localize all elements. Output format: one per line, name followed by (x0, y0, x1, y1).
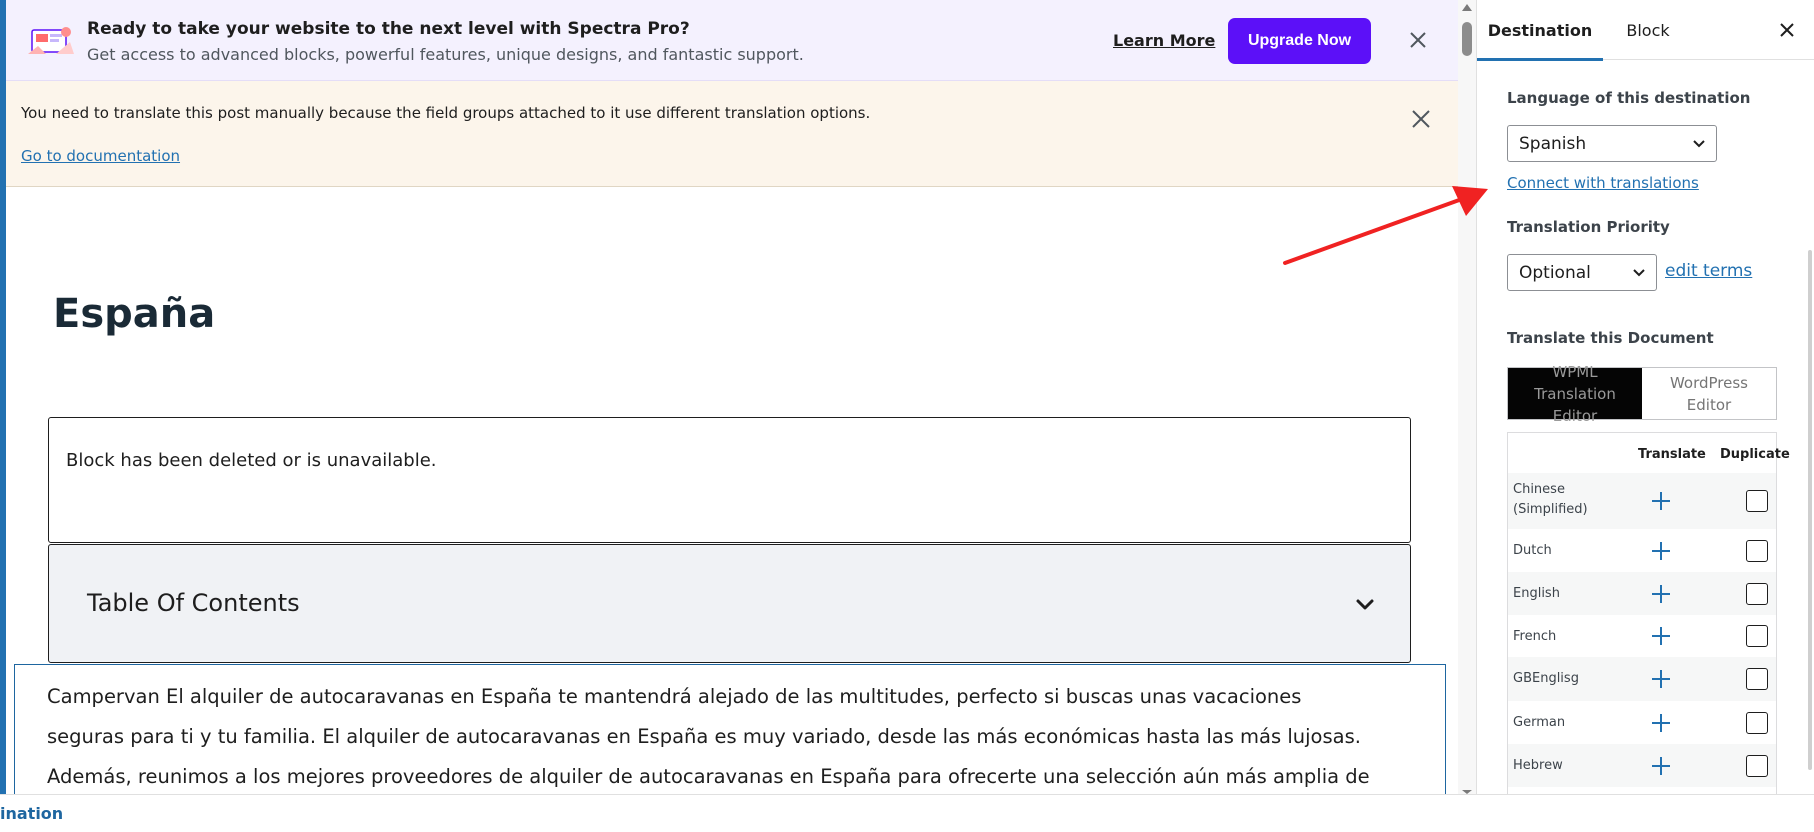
translation-editor-toggle: WPML Translation Editor WordPress Editor (1507, 363, 1777, 425)
translation-priority-select[interactable]: Optional (1507, 254, 1657, 291)
promo-illustration-icon (28, 27, 74, 54)
settings-sidebar: Destination Block Language of this desti… (1476, 0, 1814, 794)
table-of-contents-block[interactable]: Table Of Contents (48, 544, 1411, 663)
edit-terms-link[interactable]: edit terms (1665, 261, 1752, 281)
spectra-promo-banner: Ready to take your website to the next l… (6, 0, 1458, 81)
duplicate-checkbox[interactable] (1746, 583, 1768, 605)
missing-block[interactable]: Block has been deleted or is unavailable… (48, 417, 1411, 543)
chevron-down-icon (1633, 268, 1645, 276)
translation-notice: You need to translate this post manually… (6, 81, 1458, 187)
editor-canvas: Ready to take your website to the next l… (6, 0, 1458, 794)
add-translation-plus-icon[interactable] (1650, 583, 1672, 605)
language-name: German (1513, 715, 1566, 730)
upgrade-now-button[interactable]: Upgrade Now (1228, 18, 1371, 64)
paragraph-line: seguras para ti y tu familia. El alquile… (47, 725, 1361, 748)
duplicate-column-header: Duplicate (1720, 447, 1790, 462)
translation-priority-label: Translation Priority (1507, 218, 1670, 236)
close-icon[interactable] (1409, 107, 1433, 131)
scroll-up-icon[interactable] (1462, 4, 1472, 11)
go-to-documentation-link[interactable]: Go to documentation (21, 147, 180, 165)
wordpress-editor-option[interactable]: WordPress Editor (1642, 368, 1776, 419)
add-translation-plus-icon[interactable] (1650, 755, 1672, 777)
wpml-translation-editor-option[interactable]: WPML Translation Editor (1508, 363, 1642, 425)
learn-more-link[interactable]: Learn More (1113, 31, 1215, 50)
editor-window: Ready to take your website to the next l… (0, 0, 1814, 832)
tab-block[interactable]: Block (1603, 0, 1693, 60)
chevron-down-icon[interactable] (1352, 592, 1378, 618)
table-row: Dutch (1508, 529, 1776, 572)
table-row: German (1508, 701, 1776, 744)
scrollbar-thumb[interactable] (1462, 22, 1472, 56)
missing-block-message: Block has been deleted or is unavailable… (66, 450, 437, 471)
add-translation-plus-icon[interactable] (1650, 625, 1672, 647)
language-select-value: Spanish (1519, 133, 1587, 154)
close-icon[interactable] (1775, 18, 1799, 42)
table-row: Hebrew (1508, 744, 1776, 787)
editor-scrollbar[interactable] (1458, 0, 1476, 794)
paragraph-line: Además, reunimos a los mejores proveedor… (47, 765, 1370, 788)
add-translation-plus-icon[interactable] (1650, 668, 1672, 690)
table-header: Translate Duplicate (1508, 433, 1790, 473)
language-name: Chinese (Simplified) (1513, 482, 1588, 517)
promo-subtitle: Get access to advanced blocks, powerful … (87, 45, 804, 64)
add-translation-plus-icon[interactable] (1650, 540, 1672, 562)
duplicate-checkbox[interactable] (1746, 668, 1768, 690)
table-row: French (1508, 615, 1776, 657)
duplicate-checkbox[interactable] (1746, 755, 1768, 777)
language-name: French (1513, 629, 1557, 644)
language-label: Language of this destination (1507, 89, 1751, 107)
duplicate-checkbox[interactable] (1746, 625, 1768, 647)
language-name: English (1513, 586, 1560, 601)
table-row: English (1508, 572, 1776, 615)
language-name: Hebrew (1513, 758, 1563, 773)
translations-table: Translate Duplicate Chinese (Simplified)… (1507, 432, 1790, 794)
connect-with-translations-link[interactable]: Connect with translations (1507, 174, 1699, 192)
close-icon[interactable] (1406, 28, 1430, 52)
table-row: Chinese (Simplified) (1508, 473, 1776, 529)
promo-title: Ready to take your website to the next l… (87, 19, 690, 39)
sidebar-scrollbar[interactable] (1808, 250, 1812, 770)
add-translation-plus-icon[interactable] (1650, 490, 1672, 512)
priority-select-value: Optional (1519, 262, 1591, 283)
sidebar-tabs: Destination Block (1477, 0, 1814, 61)
add-translation-plus-icon[interactable] (1650, 712, 1672, 734)
duplicate-checkbox[interactable] (1746, 712, 1768, 734)
post-title[interactable]: España (53, 291, 215, 337)
paragraph-text[interactable]: Campervan El alquiler de autocaravanas e… (47, 677, 1412, 794)
duplicate-checkbox[interactable] (1746, 540, 1768, 562)
paragraph-line: Campervan El alquiler de autocaravanas e… (47, 685, 1302, 708)
paragraph-block[interactable]: Campervan El alquiler de autocaravanas e… (14, 664, 1446, 794)
table-row: GBEnglisg (1508, 657, 1776, 701)
block-breadcrumb-bar: ination (0, 794, 1814, 832)
chevron-down-icon (1693, 139, 1705, 147)
tab-destination[interactable]: Destination (1477, 0, 1603, 61)
language-name: Dutch (1513, 543, 1552, 558)
language-name: GBEnglisg (1513, 671, 1579, 686)
duplicate-checkbox[interactable] (1746, 490, 1768, 512)
language-select[interactable]: Spanish (1507, 125, 1717, 162)
breadcrumb[interactable]: ination (0, 804, 63, 823)
notice-message: You need to translate this post manually… (21, 104, 871, 122)
translate-column-header: Translate (1638, 447, 1706, 462)
translate-document-label: Translate this Document (1507, 329, 1714, 347)
toc-title: Table Of Contents (87, 589, 300, 617)
